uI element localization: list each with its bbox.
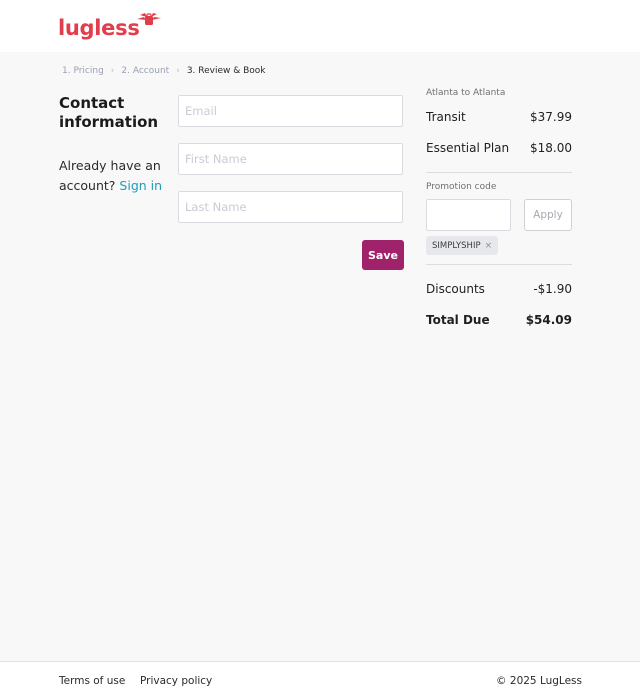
discount-row: Discounts -$1.90 xyxy=(426,282,572,296)
divider xyxy=(426,264,572,265)
contact-heading: Contact information xyxy=(59,94,159,131)
breadcrumb-step-account[interactable]: 2. Account xyxy=(121,66,169,76)
remove-coupon-icon[interactable]: × xyxy=(485,241,493,251)
signin-link[interactable]: Sign in xyxy=(119,178,162,193)
total-row: Total Due $54.09 xyxy=(426,313,572,327)
coupon-code: SIMPLYSHIP xyxy=(432,240,481,251)
terms-link[interactable]: Terms of use xyxy=(59,675,125,687)
discount-label: Discounts xyxy=(426,282,485,296)
line-item-label: Essential Plan xyxy=(426,141,510,155)
applied-coupon-chip: SIMPLYSHIP × xyxy=(426,236,499,255)
promo-label: Promotion code xyxy=(426,182,497,192)
total-amount: $54.09 xyxy=(525,313,572,327)
divider xyxy=(426,172,572,173)
promo-code-input[interactable] xyxy=(426,199,511,231)
site-header: lugless xyxy=(0,0,640,52)
line-item-label: Transit xyxy=(426,110,466,124)
signin-prompt: Already have an account? Sign in xyxy=(59,156,169,196)
breadcrumb-step-review: 3. Review & Book xyxy=(186,66,266,76)
line-item: Essential Plan $18.00 xyxy=(426,141,572,155)
chevron-right-icon: › xyxy=(110,66,115,76)
lugless-logo[interactable]: lugless xyxy=(58,10,162,40)
save-button[interactable]: Save xyxy=(362,240,404,270)
logo-wordmark: lugless xyxy=(58,16,140,40)
breadcrumb-step-pricing[interactable]: 1. Pricing xyxy=(62,66,104,76)
line-item-amount: $18.00 xyxy=(530,141,572,155)
privacy-link[interactable]: Privacy policy xyxy=(140,675,212,687)
apply-button[interactable]: Apply xyxy=(524,199,572,231)
order-summary: Atlanta to Atlanta Transit $37.99 Essent… xyxy=(426,86,572,327)
breadcrumb: 1. Pricing › 2. Account › 3. Review & Bo… xyxy=(62,66,266,76)
winged-bag-icon xyxy=(136,13,161,25)
line-item: Transit $37.99 xyxy=(426,110,572,124)
email-field[interactable] xyxy=(178,95,403,127)
last-name-field[interactable] xyxy=(178,191,403,223)
chevron-right-icon: › xyxy=(176,66,180,76)
copyright: © 2025 LugLess xyxy=(496,675,582,687)
discount-amount: -$1.90 xyxy=(533,282,572,296)
first-name-field[interactable] xyxy=(178,143,403,175)
total-label: Total Due xyxy=(426,313,490,327)
line-item-amount: $37.99 xyxy=(530,110,572,124)
route-label: Atlanta to Atlanta xyxy=(426,88,506,98)
site-footer: Terms of use Privacy policy © 2025 LugLe… xyxy=(0,661,640,700)
